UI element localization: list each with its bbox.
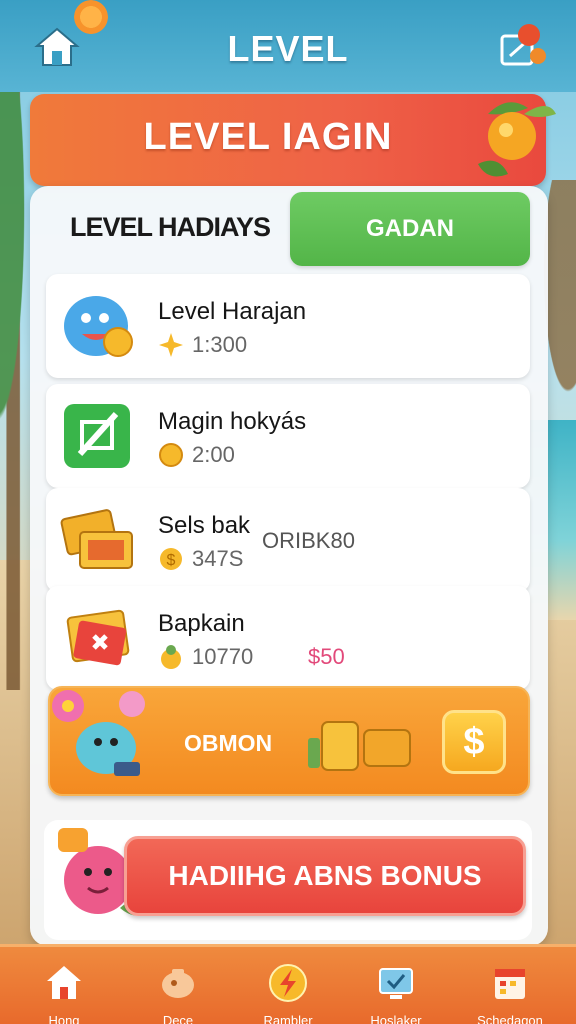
svg-text:$: $ bbox=[167, 552, 176, 569]
piggy-icon bbox=[162, 969, 194, 998]
star-icon bbox=[159, 333, 183, 357]
nav-label: Dece bbox=[162, 1013, 194, 1024]
nav-label: Schedagon bbox=[477, 1013, 543, 1024]
nav-item-schedagon[interactable]: Schedagon bbox=[460, 947, 560, 1024]
screen-icon bbox=[379, 968, 413, 999]
coins-icon bbox=[308, 721, 411, 771]
item-value: 347S bbox=[192, 546, 244, 571]
list-item[interactable]: Bapkain 10770 $50 bbox=[46, 586, 530, 690]
list-item[interactable]: Level Harajan 1:300 bbox=[46, 274, 530, 378]
nav-item-rambler[interactable]: Rambler bbox=[238, 947, 338, 1024]
nav-label: Hoslaker bbox=[370, 1013, 422, 1024]
nav-item-hoslaker[interactable]: Hoslaker bbox=[346, 947, 446, 1024]
panel-heading: LEVEL HADIAYS bbox=[70, 212, 271, 242]
calendar-icon bbox=[495, 969, 525, 999]
banner-title: LEVEL IAGIN bbox=[143, 116, 393, 158]
notification-dot bbox=[518, 24, 540, 46]
gadan-button[interactable]: GADAN bbox=[290, 192, 530, 266]
list-item[interactable]: Magin hokyás 2:00 bbox=[46, 384, 530, 488]
dollar-coin-icon: $ bbox=[160, 548, 182, 570]
coin-icon bbox=[159, 443, 183, 467]
top-bar: LEVEL bbox=[0, 0, 576, 92]
promo-label: OBMON bbox=[184, 730, 273, 756]
item-name: Magin hokyás bbox=[158, 408, 307, 435]
item-name: Sels bak bbox=[158, 512, 251, 539]
bolt-icon bbox=[269, 964, 307, 1002]
item-name: Bapkain bbox=[158, 610, 245, 637]
mango-icon bbox=[478, 102, 556, 177]
flower-mascot-icon bbox=[52, 690, 145, 776]
bonus-button[interactable]: HADIIHG ABNS BONUS bbox=[124, 836, 526, 916]
cash-stack-icon bbox=[60, 509, 133, 569]
item-value: 2:00 bbox=[192, 442, 235, 467]
item-name: Level Harajan bbox=[158, 298, 307, 325]
promo-bar[interactable]: OBMON $ bbox=[48, 686, 530, 796]
gold-clover-icon bbox=[161, 645, 181, 669]
home-icon bbox=[47, 966, 81, 999]
nav-item-home[interactable]: Hong bbox=[14, 947, 114, 1024]
page-title: LEVEL bbox=[227, 28, 349, 69]
dollar-button[interactable]: $ bbox=[442, 710, 506, 774]
item-extra-value: 50 bbox=[320, 644, 345, 669]
nav-item-dece[interactable]: Dece bbox=[128, 947, 228, 1024]
list-item[interactable]: Sels bak $ 347S ORIBK80 bbox=[46, 488, 530, 592]
level-banner: LEVEL IAGIN bbox=[30, 94, 546, 186]
item-extra: ORIBK80 bbox=[262, 528, 355, 553]
blue-mascot-icon bbox=[64, 296, 133, 357]
nav-label: Rambler bbox=[263, 1013, 313, 1024]
item-extra: $50 bbox=[308, 644, 345, 669]
item-value: 10770 bbox=[192, 644, 254, 669]
green-check-icon bbox=[64, 404, 130, 468]
bottom-nav: Hong Dece Rambler Hoslaker Schedagon bbox=[0, 944, 576, 1024]
notification-dot-secondary bbox=[530, 48, 546, 64]
ticket-icon bbox=[66, 609, 130, 666]
nav-label: Hong bbox=[48, 1013, 80, 1024]
item-value: 1:300 bbox=[192, 332, 248, 357]
